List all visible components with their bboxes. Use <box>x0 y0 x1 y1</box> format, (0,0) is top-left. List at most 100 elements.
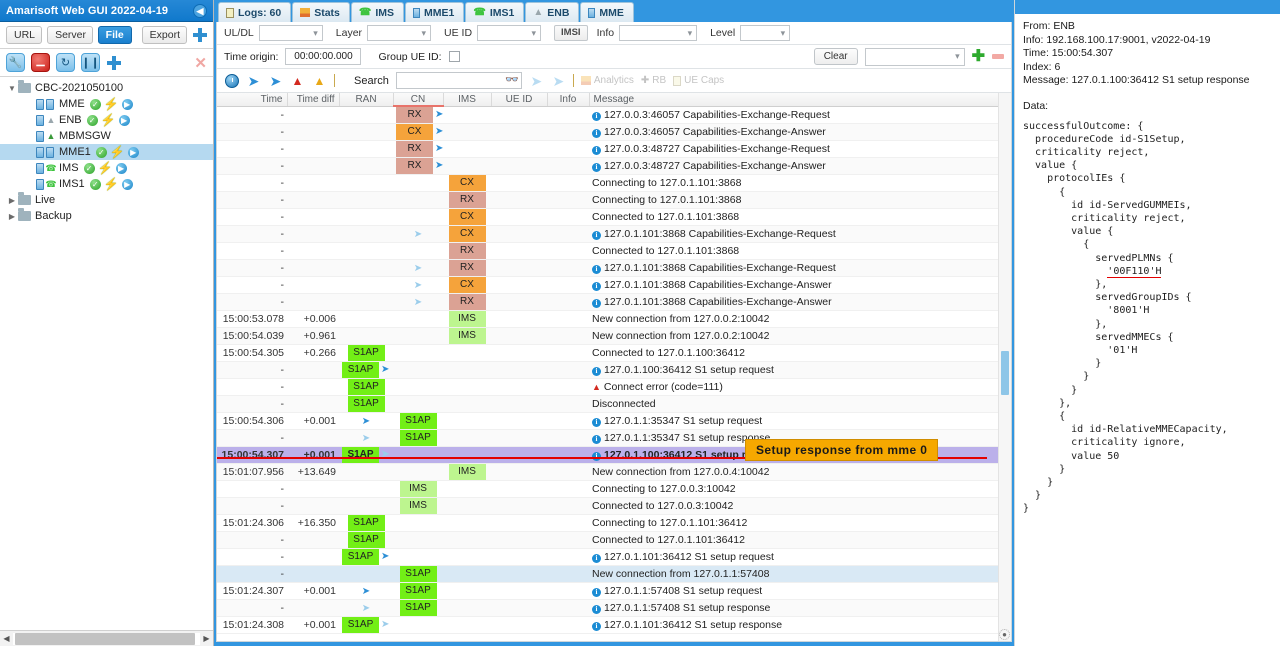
red-minus-icon[interactable] <box>992 54 1004 59</box>
uldl-select[interactable]: ▾ <box>258 25 323 41</box>
search-input[interactable] <box>395 72 522 89</box>
imsi-button[interactable]: IMSI <box>554 25 588 41</box>
table-row[interactable]: - RX ➤ i 127.0.0.3:48727 Capabilities-Exchan… <box>217 157 1011 175</box>
table-row[interactable]: - CX Connected to 127.0.1.101:3868 <box>217 208 1011 226</box>
table-row[interactable]: 15:00:53.078 +0.006 IMS New connection from… <box>217 310 1011 328</box>
bolt-icon[interactable]: ⚡ <box>101 113 116 127</box>
plus-icon[interactable] <box>192 27 207 43</box>
info-select[interactable]: ▾ <box>619 25 698 41</box>
table-row[interactable]: - S1AP Connected to 127.0.1.101:36412 <box>217 531 1011 549</box>
analytics-button[interactable]: Analytics <box>580 75 634 86</box>
tree-item-live[interactable]: ▶ Live <box>0 192 213 208</box>
table-row[interactable]: 15:00:54.305 +0.266 S1AP Connected to 127.0… <box>217 344 1011 362</box>
server-button[interactable]: Server <box>47 26 93 44</box>
table-row[interactable]: 15:01:24.308 +0.001 S1AP ➤ i 127.0.1.101:3641… <box>217 616 1011 634</box>
table-row[interactable]: - ➤ RX i 127.0.1.101:3868 Capabilities-Excha… <box>217 259 1011 277</box>
bolt-icon[interactable]: ⚡ <box>104 177 119 191</box>
table-row[interactable]: - S1AP Disconnected <box>217 395 1011 413</box>
clear-button[interactable]: Clear <box>813 48 858 65</box>
tree-item-enb[interactable]: ▲ ENB ✓ ⚡ ▶ <box>0 112 213 128</box>
play-icon[interactable]: ▶ <box>127 146 139 158</box>
play-icon[interactable]: ▶ <box>121 98 133 110</box>
table-row[interactable]: - ➤ RX i 127.0.1.101:3868 Capabilities-Excha… <box>217 293 1011 311</box>
tree-item-mme1[interactable]: MME1 ✓ ⚡ ▶ <box>0 144 213 160</box>
arrow-right-icon[interactable]: ➤ <box>268 73 283 88</box>
scroll-thumb[interactable] <box>15 632 195 645</box>
search-prev-icon[interactable]: ➤ <box>529 73 544 88</box>
close-icon[interactable]: ✕ <box>194 54 207 72</box>
tree-item-mbmsgw[interactable]: ▲ MBMSGW <box>0 128 213 144</box>
column-header-message[interactable]: Message <box>589 93 1011 107</box>
tree-item-mme[interactable]: MME ✓ ⚡ ▶ <box>0 96 213 112</box>
table-row[interactable]: - S1AP ▲ Connect error (code=111) <box>217 378 1011 396</box>
table-row[interactable]: 15:01:24.307 +0.001 ➤ S1AP i 127.0.1.1:57408 … <box>217 582 1011 600</box>
column-header-ims[interactable]: IMS <box>443 93 492 107</box>
table-row[interactable]: - RX Connected to 127.0.1.101:3868 <box>217 242 1011 260</box>
arrow-left-icon[interactable]: ➤ <box>246 73 261 88</box>
table-row[interactable]: - S1AP ➤ i 127.0.1.100:36412 S1 setup reques… <box>217 361 1011 379</box>
time-origin-input[interactable] <box>285 48 362 65</box>
column-header-time-diff[interactable]: Time diff <box>287 93 340 107</box>
column-header-ue-id[interactable]: UE ID <box>491 93 548 107</box>
tab-ims1[interactable]: ☎ IMS1 <box>465 2 525 22</box>
column-header-time[interactable]: Time <box>217 93 288 107</box>
clock-icon[interactable] <box>224 73 239 88</box>
preset-select[interactable]: ▾ <box>864 47 965 66</box>
ue-caps-button[interactable]: UE Caps <box>673 75 724 86</box>
green-plus-icon[interactable]: ✚ <box>972 48 985 65</box>
left-horizontal-scrollbar[interactable]: ◀ ▶ <box>0 630 213 646</box>
tree-item-ims1[interactable]: ☎ IMS1 ✓ ⚡ ▶ <box>0 176 213 192</box>
table-row[interactable]: 15:01:07.956 +13.649 IMS New connection fro… <box>217 463 1011 481</box>
scroll-right-icon[interactable]: ▶ <box>200 634 213 643</box>
column-header-info[interactable]: Info <box>547 93 590 107</box>
tree-item-ims[interactable]: ☎ IMS ✓ ⚡ ▶ <box>0 160 213 176</box>
bolt-icon[interactable]: ⚡ <box>110 145 125 159</box>
table-row[interactable]: 15:01:24.306 +16.350 S1AP Connecting to 127… <box>217 514 1011 532</box>
table-row[interactable]: - RX ➤ i 127.0.0.3:46057 Capabilities-Exchan… <box>217 106 1011 124</box>
column-header-cn[interactable]: CN <box>393 93 444 107</box>
column-header-ran[interactable]: RAN <box>339 93 394 107</box>
stop-icon[interactable]: ⚊ <box>31 53 50 72</box>
tree-item-cbc-2021050100[interactable]: ▼ CBC-2021050100 <box>0 80 213 96</box>
table-row[interactable]: 15:00:54.039 +0.961 IMS New connection from… <box>217 327 1011 345</box>
table-row[interactable]: - ➤ CX i 127.0.1.101:3868 Capabilities-Excha… <box>217 276 1011 294</box>
bolt-icon[interactable]: ⚡ <box>104 97 119 111</box>
tab-logs-60[interactable]: Logs: 60 <box>218 2 292 22</box>
table-row[interactable]: 15:00:54.306 +0.001 ➤ S1AP i 127.0.1.1:35347 … <box>217 412 1011 430</box>
tree-twisty-icon[interactable]: ▶ <box>6 212 18 221</box>
table-row[interactable]: - ➤ S1AP i 127.0.1.1:57408 S1 setup response <box>217 599 1011 617</box>
tab-enb[interactable]: ▲ ENB <box>525 2 580 22</box>
resize-grip-icon[interactable]: ● <box>999 629 1010 640</box>
table-row[interactable]: - IMS Connecting to 127.0.0.3:10042 <box>217 480 1011 498</box>
scroll-track[interactable] <box>13 632 200 645</box>
bolt-icon[interactable]: ⚡ <box>98 161 113 175</box>
chevron-left-icon[interactable]: ◀ <box>193 3 207 18</box>
tab-mme[interactable]: MME <box>580 2 634 22</box>
refresh-icon[interactable]: ↻ <box>56 53 75 72</box>
table-scroll-thumb[interactable] <box>1001 351 1009 395</box>
table-row[interactable]: - CX Connecting to 127.0.1.101:3868 <box>217 174 1011 192</box>
export-button[interactable]: Export <box>141 26 187 44</box>
tab-ims[interactable]: ☎ IMS <box>350 2 405 22</box>
warning-triangle-icon[interactable]: ▲ <box>312 73 327 88</box>
play-icon[interactable]: ▶ <box>115 162 127 174</box>
tree-item-backup[interactable]: ▶ Backup <box>0 208 213 224</box>
table-vertical-scrollbar[interactable]: ● <box>998 93 1011 641</box>
wrench-icon[interactable]: 🔧 <box>6 53 25 72</box>
table-row[interactable]: - S1AP ➤ i 127.0.1.101:36412 S1 setup reques… <box>217 548 1011 566</box>
play-icon[interactable]: ▶ <box>118 114 130 126</box>
table-row[interactable]: - ➤ CX i 127.0.1.101:3868 Capabilities-Excha… <box>217 225 1011 243</box>
group-ueid-checkbox[interactable] <box>448 51 460 62</box>
binoculars-icon[interactable]: 👓 <box>505 73 519 86</box>
ueid-select[interactable]: ▾ <box>477 25 542 41</box>
table-row[interactable]: - RX ➤ i 127.0.0.3:48727 Capabilities-Exchan… <box>217 140 1011 158</box>
table-row[interactable]: - CX ➤ i 127.0.0.3:46057 Capabilities-Exchan… <box>217 123 1011 141</box>
table-row[interactable]: - IMS Connected to 127.0.0.3:10042 <box>217 497 1011 515</box>
tree-twisty-icon[interactable]: ▶ <box>6 196 18 205</box>
table-row[interactable]: - S1AP New connection from 127.0.1.1:57408 <box>217 565 1011 583</box>
add-icon[interactable] <box>106 55 122 71</box>
search-next-icon[interactable]: ➤ <box>551 73 566 88</box>
play-icon[interactable]: ▶ <box>121 178 133 190</box>
file-button[interactable]: File <box>97 26 132 44</box>
tree-twisty-icon[interactable]: ▼ <box>6 84 18 93</box>
